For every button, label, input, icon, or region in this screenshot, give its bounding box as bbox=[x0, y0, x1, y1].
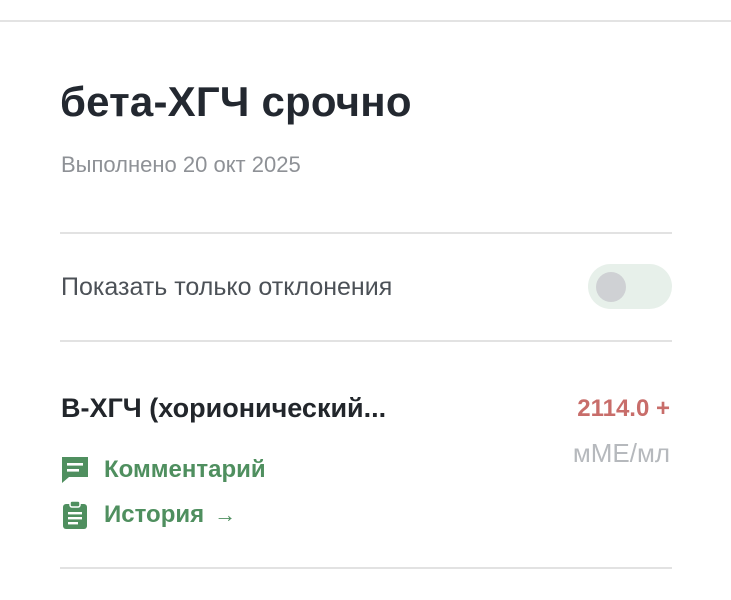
test-value: 2114.0 + bbox=[577, 395, 670, 422]
section-divider bbox=[60, 232, 672, 234]
arrow-right-icon: → bbox=[214, 502, 237, 527]
clipboard-icon bbox=[60, 500, 90, 530]
comment-icon bbox=[60, 455, 90, 485]
history-label: История bbox=[104, 501, 205, 528]
comment-link[interactable]: Комментарий bbox=[60, 455, 266, 485]
section-divider bbox=[60, 567, 672, 569]
comment-label: Комментарий bbox=[104, 456, 266, 483]
top-divider bbox=[0, 20, 731, 22]
history-link[interactable]: История → bbox=[60, 500, 236, 530]
page-title: бета-ХГЧ срочно bbox=[60, 78, 412, 125]
section-divider bbox=[60, 340, 672, 342]
toggle-knob bbox=[596, 272, 626, 302]
test-name[interactable]: B-ХГЧ (хорионический... bbox=[61, 393, 386, 424]
deviations-toggle[interactable] bbox=[588, 264, 672, 309]
deviations-filter-label: Показать только отклонения bbox=[61, 273, 393, 301]
test-unit: мМЕ/мл bbox=[572, 438, 670, 468]
completed-date: Выполнено 20 окт 2025 bbox=[61, 152, 301, 177]
